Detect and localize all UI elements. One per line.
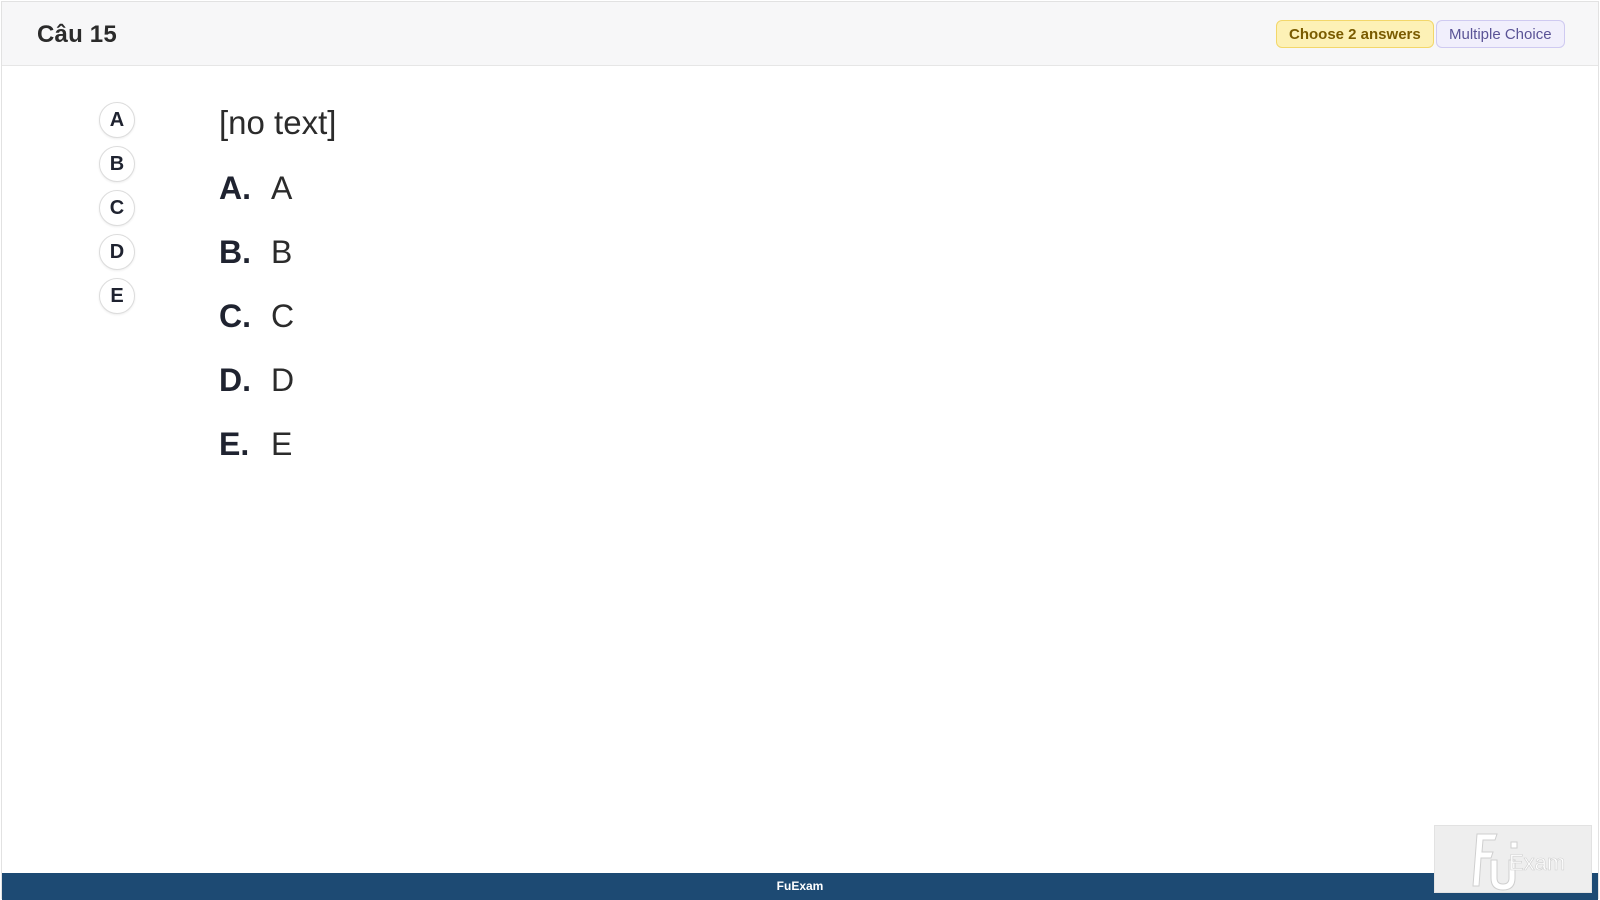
fuexam-logo-icon: Exam (1472, 833, 1566, 891)
option-b[interactable]: B. B (219, 234, 292, 274)
question-header: Câu 15 Choose 2 answers Multiple Choice (2, 2, 1598, 66)
fuexam-logo-watermark: Exam (1434, 825, 1592, 893)
svg-text:Exam: Exam (1509, 850, 1565, 875)
option-text: A (271, 170, 293, 206)
option-letter: B. (219, 234, 251, 270)
option-letter: D. (219, 362, 251, 398)
option-text: E (271, 426, 293, 462)
question-number-title: Câu 15 (37, 21, 117, 48)
option-letter: E. (219, 426, 250, 462)
question-type-badge: Multiple Choice (1436, 20, 1565, 48)
option-letter: C. (219, 298, 251, 334)
footer-brand: FuExam (776, 879, 824, 893)
answer-selector-e[interactable]: E (99, 278, 135, 314)
option-e[interactable]: E. E (219, 426, 292, 466)
option-c[interactable]: C. C (219, 298, 294, 338)
page-frame: Câu 15 Choose 2 answers Multiple Choice … (1, 1, 1599, 900)
answer-selector-b[interactable]: B (99, 146, 135, 182)
option-d[interactable]: D. D (219, 362, 294, 402)
choose-count-badge: Choose 2 answers (1276, 20, 1434, 48)
option-letter: A. (219, 170, 251, 206)
answer-selector-a[interactable]: A (99, 102, 135, 138)
answer-selector-d[interactable]: D (99, 234, 135, 270)
option-text: C (271, 298, 295, 334)
footer-bar: FuExam (2, 873, 1598, 900)
answer-selector-c[interactable]: C (99, 190, 135, 226)
option-text: D (271, 362, 295, 398)
option-a[interactable]: A. A (219, 170, 292, 210)
question-text: [no text] (219, 104, 337, 141)
option-text: B (271, 234, 293, 270)
